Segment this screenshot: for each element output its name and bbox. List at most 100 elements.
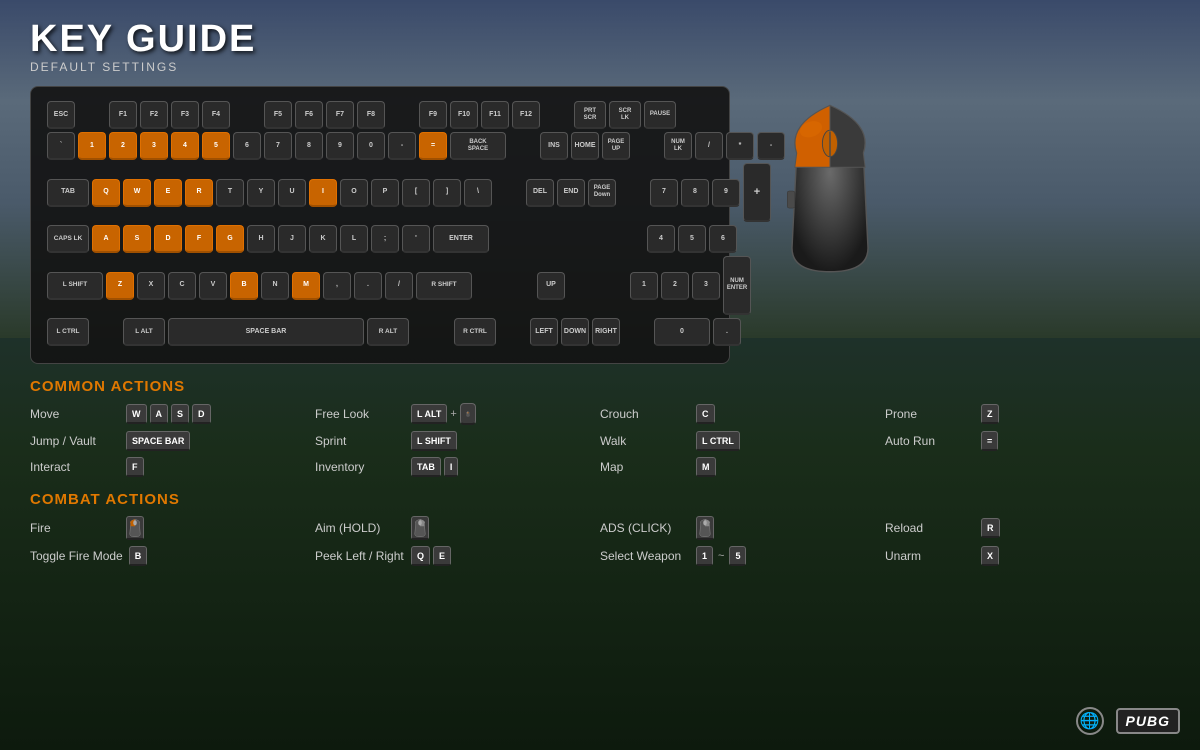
key-m: M bbox=[292, 272, 320, 300]
key-del: DEL bbox=[526, 179, 554, 207]
key-end: END bbox=[557, 179, 585, 207]
key-badge-d: D bbox=[192, 404, 211, 424]
globe-icon[interactable]: 🌐 bbox=[1076, 707, 1104, 735]
action-sprint: Sprint L SHIFT bbox=[315, 431, 600, 451]
key-f9: F9 bbox=[419, 101, 447, 129]
key-k: K bbox=[309, 225, 337, 253]
content-area: KEY GUIDE DEFAULT SETTINGS ESC F1 F2 F3 … bbox=[0, 0, 1200, 750]
key-spacer20 bbox=[623, 318, 651, 346]
key-num1: 1 bbox=[630, 272, 658, 300]
key-spacebar: SPACE BAR bbox=[168, 318, 364, 346]
key-badge-lalt: L ALT bbox=[411, 404, 447, 424]
key-fwdslash: / bbox=[385, 272, 413, 300]
key-0: 0 bbox=[357, 132, 385, 160]
action-crouch-label: Crouch bbox=[600, 407, 690, 421]
key-down: DOWN bbox=[561, 318, 589, 346]
key-numdot: . bbox=[713, 318, 741, 346]
action-reload: Reload R bbox=[885, 516, 1170, 540]
key-badge-e-peek: E bbox=[433, 546, 451, 566]
key-comma: , bbox=[323, 272, 351, 300]
key-n: N bbox=[261, 272, 289, 300]
action-firemode-label: Toggle Fire Mode bbox=[30, 549, 123, 563]
key-badge-lctrl: L CTRL bbox=[696, 431, 740, 451]
action-move-keys: W A S D bbox=[126, 404, 211, 424]
mouse-diagram bbox=[750, 86, 910, 286]
key-9: 9 bbox=[326, 132, 354, 160]
key-backslash: \ bbox=[464, 179, 492, 207]
key-badge-rmb-ads bbox=[696, 516, 714, 540]
key-u: U bbox=[278, 179, 306, 207]
key-badge-1-weapon: 1 bbox=[696, 546, 713, 566]
keyboard-row-5: L SHIFT Z X C V B N M , . / R SHIFT UP 1… bbox=[47, 256, 713, 315]
key-numslash: / bbox=[695, 132, 723, 160]
action-prone: Prone Z bbox=[885, 403, 1170, 425]
key-f12: F12 bbox=[512, 101, 540, 129]
key-ralt: R ALT bbox=[367, 318, 409, 346]
key-period: . bbox=[354, 272, 382, 300]
action-inventory-keys: TAB I bbox=[411, 457, 458, 477]
key-equals: = bbox=[419, 132, 447, 160]
footer: 🌐 PUBG bbox=[1076, 707, 1180, 735]
key-badge-c: C bbox=[696, 404, 715, 424]
title-section: KEY GUIDE DEFAULT SETTINGS bbox=[30, 20, 1170, 74]
key-rshift: R SHIFT bbox=[416, 272, 472, 300]
key-lshift: L SHIFT bbox=[47, 272, 103, 300]
action-unarm-keys: X bbox=[981, 546, 999, 566]
action-map-label: Map bbox=[600, 460, 690, 474]
key-f5: F5 bbox=[264, 101, 292, 129]
action-selectweapon-label: Select Weapon bbox=[600, 549, 690, 563]
key-x: X bbox=[137, 272, 165, 300]
key-badge-w: W bbox=[126, 404, 147, 424]
key-spacer17 bbox=[599, 272, 627, 300]
key-badge-a: A bbox=[150, 404, 169, 424]
key-badge-spacebar: SPACE BAR bbox=[126, 431, 190, 451]
key-v: V bbox=[199, 272, 227, 300]
key-f3: F3 bbox=[171, 101, 199, 129]
key-esc: ESC bbox=[47, 101, 75, 129]
action-interact-label: Interact bbox=[30, 460, 120, 474]
key-rmenu bbox=[412, 318, 440, 346]
key-badge-i: I bbox=[444, 457, 459, 477]
key-f7: F7 bbox=[326, 101, 354, 129]
key-6: 6 bbox=[233, 132, 261, 160]
key-f11: F11 bbox=[481, 101, 509, 129]
key-num4: 4 bbox=[647, 225, 675, 253]
key-badge-m: M bbox=[696, 457, 716, 477]
action-crouch: Crouch C bbox=[600, 403, 885, 425]
key-numenter: NUMENTER bbox=[723, 256, 751, 315]
key-s: S bbox=[123, 225, 151, 253]
key-spacer14 bbox=[475, 272, 503, 300]
action-map-keys: M bbox=[696, 457, 716, 477]
key-backspace: BACKSPACE bbox=[450, 132, 506, 160]
action-ads-label: ADS (CLICK) bbox=[600, 521, 690, 535]
action-empty bbox=[885, 457, 1170, 477]
action-walk: Walk L CTRL bbox=[600, 431, 885, 451]
action-interact-keys: F bbox=[126, 457, 144, 477]
key-spacer10 bbox=[523, 225, 551, 253]
tilde-icon: ~ bbox=[718, 550, 724, 562]
key-w: W bbox=[123, 179, 151, 207]
key-badge-equals: = bbox=[981, 431, 998, 451]
action-peek-label: Peek Left / Right bbox=[315, 549, 405, 563]
key-7: 7 bbox=[264, 132, 292, 160]
action-fire: Fire bbox=[30, 516, 315, 540]
action-reload-keys: R bbox=[981, 518, 1000, 538]
key-lctrl: L CTRL bbox=[47, 318, 89, 346]
key-num8: 8 bbox=[681, 179, 709, 207]
key-tab: TAB bbox=[47, 179, 89, 207]
action-prone-label: Prone bbox=[885, 407, 975, 421]
page-title: KEY GUIDE bbox=[30, 20, 1170, 58]
combat-actions-title: COMBAT ACTIONS bbox=[30, 491, 1170, 508]
key-num6: 6 bbox=[709, 225, 737, 253]
key-h: H bbox=[247, 225, 275, 253]
key-spacer4 bbox=[543, 101, 571, 129]
key-rbracket: ] bbox=[433, 179, 461, 207]
key-spacer1 bbox=[78, 101, 106, 129]
key-capslk: CAPS LK bbox=[47, 225, 89, 253]
action-ads-keys bbox=[696, 516, 714, 540]
key-r: R bbox=[185, 179, 213, 207]
action-unarm: Unarm X bbox=[885, 546, 1170, 566]
action-peek: Peek Left / Right Q E bbox=[315, 546, 600, 566]
key-spacer15 bbox=[506, 272, 534, 300]
action-fire-label: Fire bbox=[30, 521, 120, 535]
